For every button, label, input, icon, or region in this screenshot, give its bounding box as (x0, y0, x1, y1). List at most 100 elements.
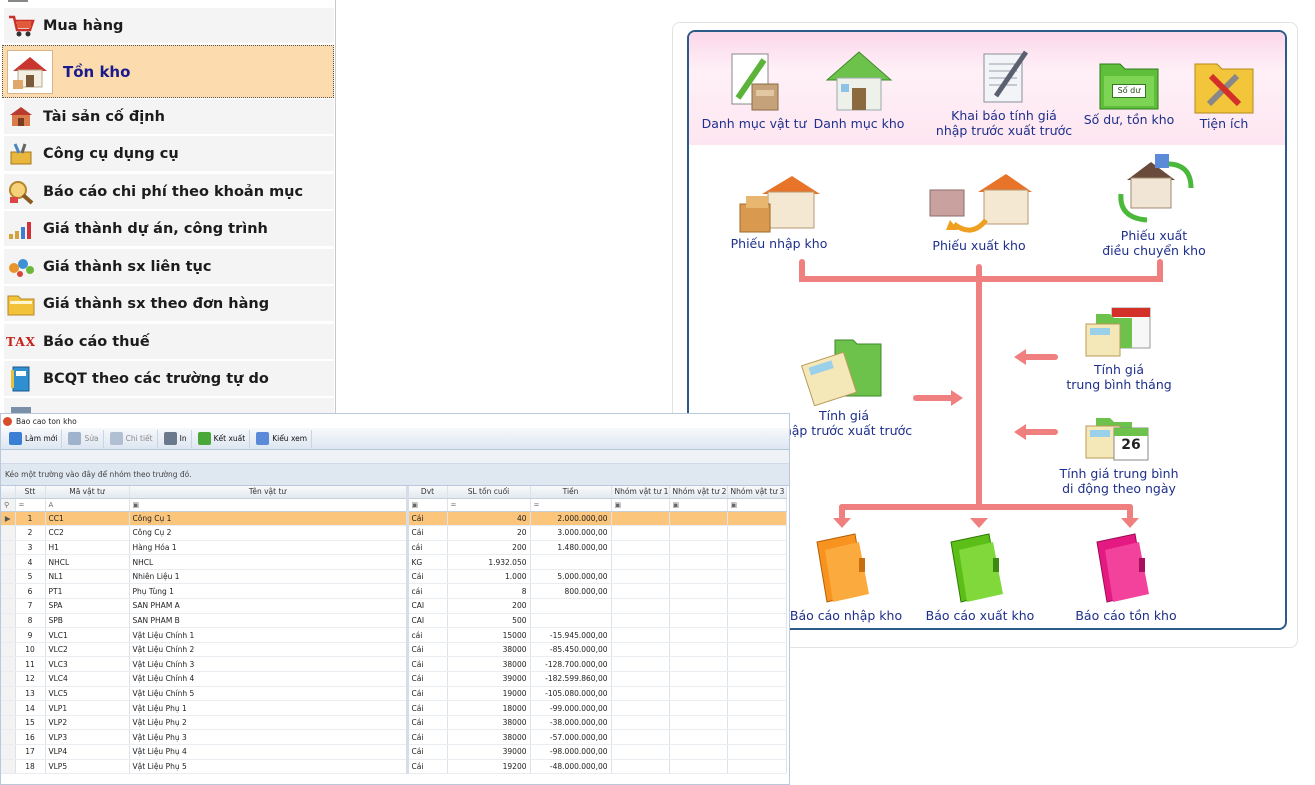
cell-unit[interactable]: CAI (407, 613, 448, 629)
cell-item-code[interactable]: VLP2 (45, 715, 130, 731)
cell-item-name[interactable]: Vật Liệu Chính 5 (129, 686, 409, 702)
cell-closing-qty[interactable]: 500 (447, 613, 531, 629)
goods-receipt-button[interactable]: Phiếu nhập kho (729, 170, 829, 251)
menu-item-custom-fields-report[interactable]: BCQT theo các trường tự do (4, 361, 334, 397)
cell-unit[interactable]: Cái (407, 715, 448, 731)
moving-average-button[interactable]: 26 Tính giá trung bình di động theo ngày (1049, 408, 1189, 496)
cell-unit[interactable]: Cái (407, 656, 448, 673)
col-header-group-2[interactable]: Nhóm vật tư 2 (669, 486, 728, 499)
cell-amount[interactable]: -105.080.000,00 (530, 686, 612, 702)
cell-closing-qty[interactable]: 38000 (447, 642, 531, 658)
warehouse-catalog-button[interactable]: Danh mục kho (809, 46, 909, 131)
cell-item-code[interactable]: VLC3 (45, 656, 130, 673)
filter-item-code[interactable]: A (45, 498, 130, 512)
cell-item-code[interactable]: CC2 (45, 525, 130, 541)
cell-unit[interactable]: Cái (407, 642, 448, 658)
cell-group-1[interactable] (611, 583, 670, 600)
table-row[interactable]: 6 PT1 Phụ Tùng 1 cái 8 800.000,00 (1, 583, 787, 600)
cell-closing-qty[interactable]: 19200 (447, 759, 531, 775)
cell-closing-qty[interactable]: 39000 (447, 744, 531, 760)
cell-stt[interactable]: 1 (15, 511, 46, 527)
export-button[interactable]: Kết xuất (194, 429, 251, 448)
cell-stt[interactable]: 7 (15, 598, 46, 614)
cell-unit[interactable]: Cái (407, 671, 448, 687)
cell-item-code[interactable]: VLP1 (45, 700, 130, 716)
cell-item-code[interactable]: VLC2 (45, 642, 130, 658)
cell-closing-qty[interactable]: 200 (447, 598, 531, 614)
filter-group-2[interactable]: ▣ (669, 498, 728, 512)
filter-stt[interactable]: = (15, 498, 46, 512)
cell-group-3[interactable] (727, 511, 787, 527)
cell-item-code[interactable]: SPA (45, 598, 130, 614)
cell-group-2[interactable] (669, 744, 728, 760)
cell-amount[interactable] (530, 613, 612, 629)
cell-amount[interactable]: -15.945.000,00 (530, 627, 612, 643)
cell-amount[interactable] (530, 554, 612, 570)
cell-group-1[interactable] (611, 613, 670, 629)
cell-amount[interactable]: -57.000.000,00 (530, 729, 612, 745)
table-row[interactable]: 10 VLC2 Vật Liệu Chính 2 Cái 38000 -85.450.00… (1, 642, 787, 658)
col-header-group-1[interactable]: Nhóm vật tư 1 (611, 486, 670, 499)
cell-amount[interactable]: 2.000.000,00 (530, 511, 612, 527)
menu-item-tax-report[interactable]: TAX Báo cáo thuế (4, 324, 334, 360)
menu-item-tools[interactable]: Công cụ dụng cụ (4, 136, 334, 172)
cell-item-code[interactable]: VLC4 (45, 671, 130, 687)
cell-stt[interactable]: 18 (15, 759, 46, 775)
cell-group-1[interactable] (611, 671, 670, 687)
cell-item-code[interactable]: SPB (45, 613, 130, 629)
cell-amount[interactable] (530, 598, 612, 614)
cell-item-name[interactable]: Vật Liệu Phụ 1 (129, 700, 409, 716)
menu-item-order-production[interactable]: Giá thành sx theo đơn hàng (4, 286, 334, 322)
cell-item-code[interactable]: CC1 (45, 511, 130, 527)
cell-unit[interactable]: Cái (407, 525, 448, 541)
cell-group-3[interactable] (727, 656, 787, 673)
cell-group-2[interactable] (669, 613, 728, 629)
table-row[interactable]: 12 VLC4 Vật Liệu Chính 4 Cái 39000 -182.599.8… (1, 671, 787, 687)
cell-group-3[interactable] (727, 613, 787, 629)
cell-group-2[interactable] (669, 759, 728, 775)
cell-group-3[interactable] (727, 671, 787, 687)
cell-group-1[interactable] (611, 729, 670, 745)
cell-amount[interactable]: -85.450.000,00 (530, 642, 612, 658)
goods-issue-button[interactable]: Phiếu xuất kho (919, 168, 1039, 253)
cell-group-1[interactable] (611, 598, 670, 614)
col-header-amount[interactable]: Tiền (530, 486, 612, 499)
cell-unit[interactable]: Cái (407, 686, 448, 702)
menu-item-cost-report[interactable]: Báo cáo chi phí theo khoản mục (4, 174, 334, 210)
cell-group-1[interactable] (611, 569, 670, 585)
cell-group-2[interactable] (669, 583, 728, 600)
cell-group-2[interactable] (669, 540, 728, 556)
cell-closing-qty[interactable]: 38000 (447, 715, 531, 731)
cell-group-3[interactable] (727, 525, 787, 541)
cell-stt[interactable]: 4 (15, 554, 46, 570)
item-catalog-button[interactable]: Danh mục vật tư (699, 50, 809, 131)
cell-stt[interactable]: 2 (15, 525, 46, 541)
cell-item-code[interactable]: VLP3 (45, 729, 130, 745)
cell-unit[interactable]: KG (407, 554, 448, 570)
filter-group-3[interactable]: ▣ (727, 498, 787, 512)
refresh-button[interactable]: Làm mới (5, 429, 63, 448)
col-header-group-3[interactable]: Nhóm vật tư 3 (727, 486, 787, 499)
cell-stt[interactable]: 16 (15, 729, 46, 745)
cell-amount[interactable]: -128.700.000,00 (530, 656, 612, 673)
cell-closing-qty[interactable]: 1.932.050 (447, 554, 531, 570)
cell-unit[interactable]: Cái (407, 729, 448, 745)
cell-stt[interactable]: 6 (15, 583, 46, 600)
table-row[interactable]: 18 VLP5 Vật Liệu Phụ 5 Cái 19200 -48.000.000,… (1, 759, 787, 775)
group-by-panel[interactable]: Kéo một trường vào đây để nhóm theo trườ… (1, 464, 789, 486)
cell-stt[interactable]: 8 (15, 613, 46, 629)
cell-closing-qty[interactable]: 38000 (447, 729, 531, 745)
cell-group-3[interactable] (727, 729, 787, 745)
cell-group-3[interactable] (727, 686, 787, 702)
col-header-unit[interactable]: Dvt (407, 486, 448, 499)
cell-group-1[interactable] (611, 540, 670, 556)
view-style-button[interactable]: Kiểu xem (252, 429, 313, 448)
col-header-closing-qty[interactable]: SL tồn cuối (447, 486, 531, 499)
table-row[interactable]: 16 VLP3 Vật Liệu Phụ 3 Cái 38000 -57.000.000,… (1, 729, 787, 745)
menu-item-continuous-production[interactable]: Giá thành sx liên tục (4, 249, 334, 285)
cell-group-1[interactable] (611, 715, 670, 731)
cell-group-1[interactable] (611, 525, 670, 541)
cell-group-2[interactable] (669, 700, 728, 716)
print-button[interactable]: In (160, 429, 192, 448)
cell-unit[interactable]: cái (407, 583, 448, 600)
